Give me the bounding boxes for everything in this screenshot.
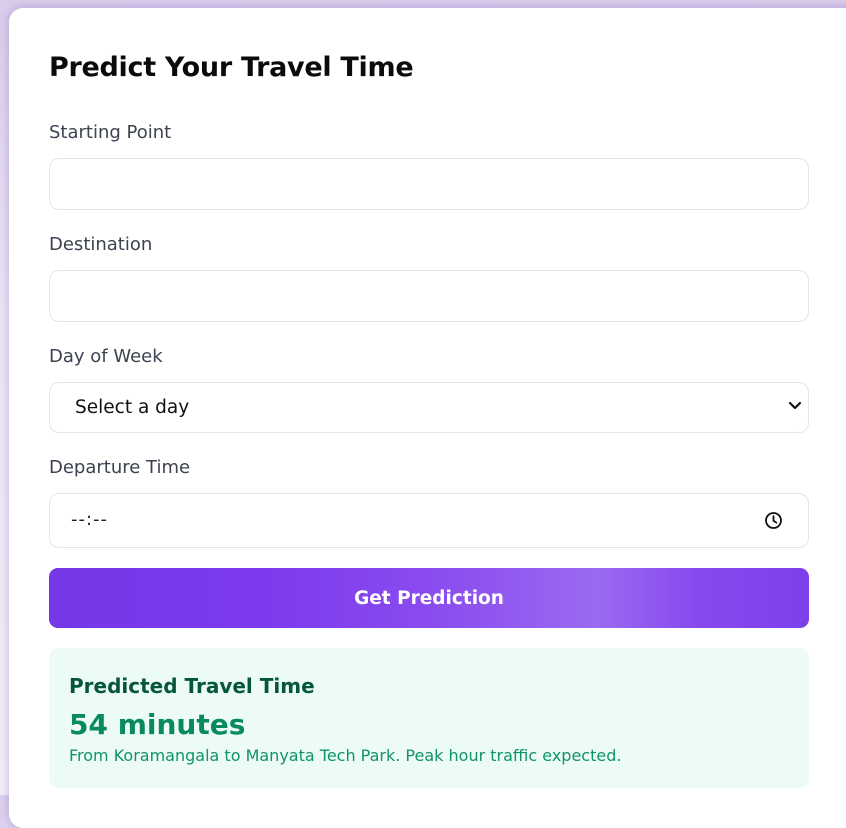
day-of-week-select[interactable]: Select a day	[49, 382, 809, 433]
result-title: Predicted Travel Time	[69, 674, 315, 698]
departure-time-label: Departure Time	[49, 457, 191, 478]
get-prediction-button[interactable]: Get Prediction	[49, 568, 809, 628]
page-title: Predict Your Travel Time	[49, 52, 414, 83]
destination-input[interactable]	[50, 271, 808, 321]
starting-point-label: Starting Point	[49, 122, 172, 143]
clock-icon[interactable]	[763, 510, 784, 531]
destination-field	[49, 270, 809, 322]
starting-point-field	[49, 158, 809, 210]
destination-label: Destination	[49, 234, 153, 255]
departure-time-value: --:--	[71, 509, 109, 530]
starting-point-input[interactable]	[50, 159, 808, 209]
result-value: 54 minutes	[69, 708, 246, 741]
result-description: From Koramangala to Manyata Tech Park. P…	[69, 746, 622, 765]
day-of-week-label: Day of Week	[49, 346, 163, 367]
day-of-week-selected: Select a day	[75, 397, 190, 418]
chevron-down-icon	[788, 401, 802, 410]
prediction-result-panel: Predicted Travel Time 54 minutes From Ko…	[49, 648, 809, 788]
departure-time-input[interactable]: --:--	[49, 493, 809, 548]
